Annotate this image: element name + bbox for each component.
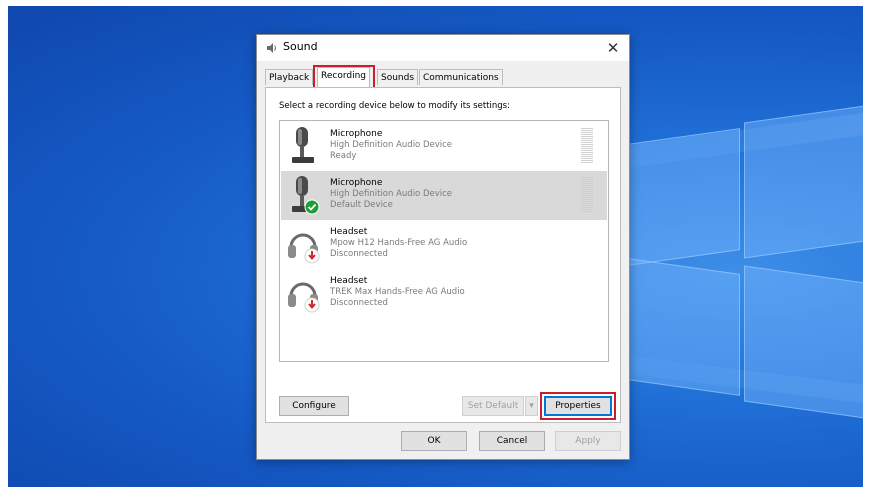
- set-default-dropdown-arrow[interactable]: ▾: [525, 396, 538, 416]
- device-status: Disconnected: [330, 298, 388, 308]
- set-default-button[interactable]: Set Default: [462, 396, 524, 416]
- dialog-title: Sound: [283, 40, 318, 53]
- device-row-selected[interactable]: Microphone High Definition Audio Device …: [281, 171, 607, 220]
- speaker-icon: [267, 43, 276, 53]
- device-name: Microphone: [330, 178, 383, 188]
- instruction-text: Select a recording device below to modif…: [279, 101, 510, 111]
- device-status: Ready: [330, 151, 357, 161]
- tab-communications[interactable]: Communications: [419, 69, 503, 85]
- sound-dialog: Sound ✕ Playback Recording Sounds Commun…: [256, 34, 630, 460]
- device-description: High Definition Audio Device: [330, 189, 453, 199]
- configure-button[interactable]: Configure: [279, 396, 349, 416]
- device-list: Microphone High Definition Audio Device …: [279, 120, 609, 362]
- ok-button[interactable]: OK: [401, 431, 467, 451]
- title-bar: Sound ✕: [257, 35, 629, 61]
- disconnected-arrow-icon: [304, 297, 320, 313]
- microphone-icon: [292, 127, 314, 163]
- recording-panel: Select a recording device below to modif…: [265, 87, 621, 423]
- tab-strip: Playback Recording Sounds Communications: [265, 65, 625, 89]
- device-status: Default Device: [330, 200, 393, 210]
- device-name: Microphone: [330, 129, 383, 139]
- apply-button[interactable]: Apply: [555, 431, 621, 451]
- device-name: Headset: [330, 276, 368, 286]
- tab-sounds[interactable]: Sounds: [377, 69, 419, 85]
- device-description: TREK Max Hands-Free AG Audio: [330, 287, 465, 297]
- headset-icon: [288, 282, 320, 313]
- device-status: Disconnected: [330, 249, 388, 259]
- cancel-button[interactable]: Cancel: [479, 431, 545, 451]
- tab-playback[interactable]: Playback: [265, 69, 314, 85]
- recording-tab-highlight: [313, 65, 375, 89]
- device-row[interactable]: Headset TREK Max Hands-Free AG Audio Dis…: [281, 269, 607, 318]
- device-row[interactable]: Microphone High Definition Audio Device …: [281, 122, 607, 171]
- level-meter: [581, 177, 593, 213]
- close-button[interactable]: ✕: [603, 38, 623, 58]
- device-name: Headset: [330, 227, 368, 237]
- device-description: Mpow H12 Hands-Free AG Audio: [330, 238, 468, 248]
- properties-button-highlight: [540, 392, 616, 420]
- level-meter: [581, 128, 593, 164]
- device-row[interactable]: Headset Mpow H12 Hands-Free AG Audio Dis…: [281, 220, 607, 269]
- device-description: High Definition Audio Device: [330, 140, 453, 150]
- default-check-icon: [304, 199, 320, 215]
- disconnected-arrow-icon: [304, 248, 320, 264]
- microphone-icon: [292, 176, 320, 215]
- headset-icon: [288, 233, 320, 264]
- windows-logo: [628, 96, 863, 426]
